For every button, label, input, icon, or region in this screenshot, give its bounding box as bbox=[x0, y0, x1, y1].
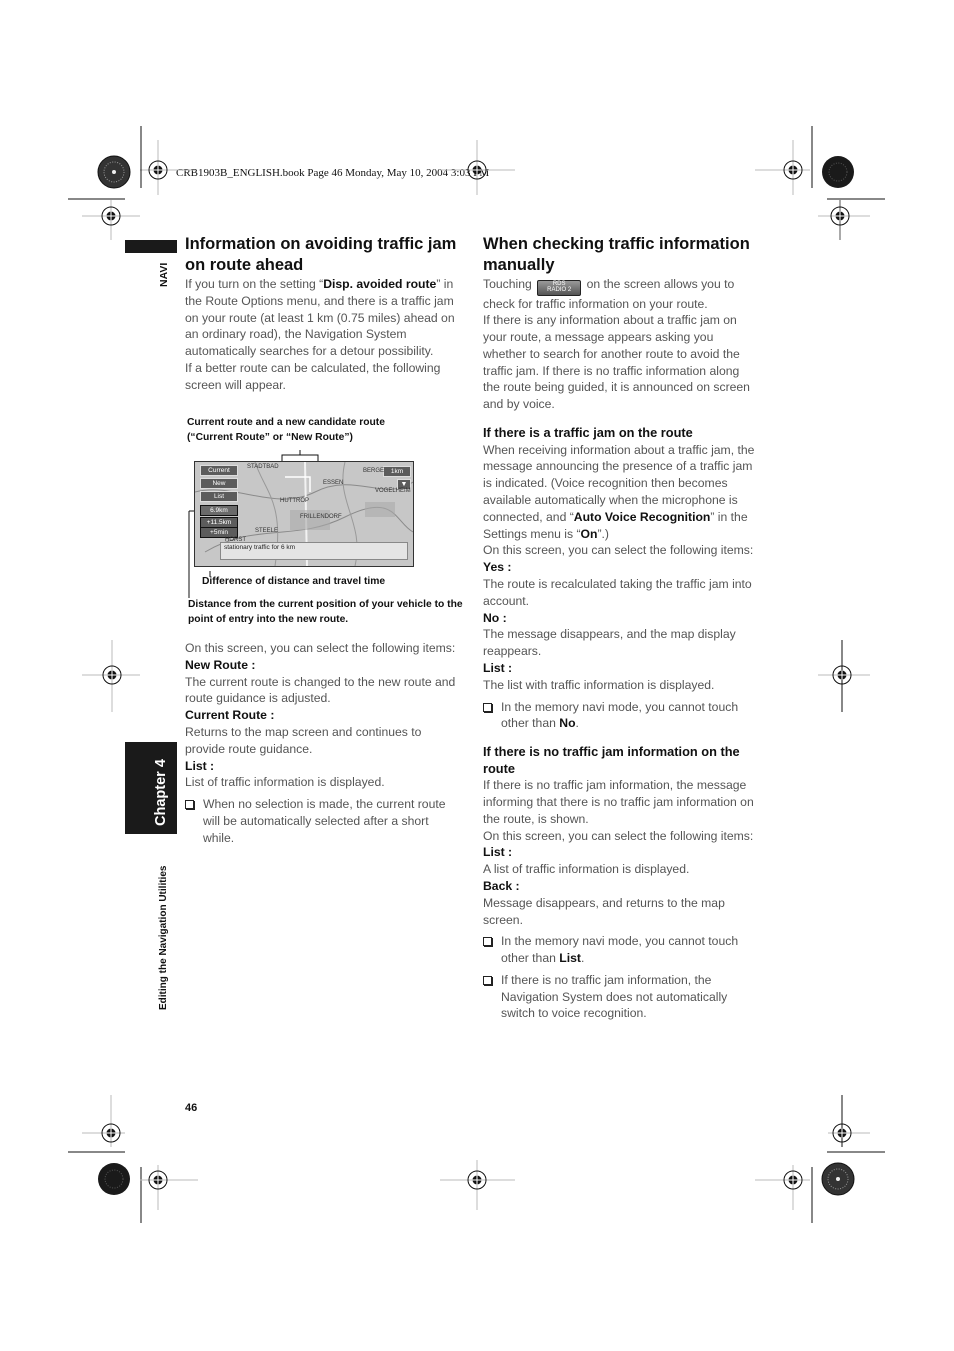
note: When no selection is made, the current r… bbox=[185, 796, 460, 846]
paragraph: If a better route can be calculated, the… bbox=[185, 360, 441, 392]
color-wheel-icon bbox=[822, 156, 854, 188]
section-title: When checking traffic information manual… bbox=[483, 235, 750, 274]
item-desc: Message disappears, and returns to the m… bbox=[483, 895, 725, 927]
checkbox-bullet-icon bbox=[483, 937, 492, 947]
left-column: Information on avoiding traffic jam on r… bbox=[185, 234, 460, 394]
paragraph: On this screen, you can select the follo… bbox=[483, 828, 754, 843]
checkbox-bullet-icon bbox=[483, 975, 492, 985]
registration-target-icon bbox=[82, 640, 140, 712]
item-term: New Route : bbox=[185, 657, 256, 672]
item-term: List : bbox=[483, 845, 513, 860]
registration-target-icon bbox=[440, 140, 515, 195]
map-label: STEELE bbox=[255, 528, 279, 534]
registration-target-icon bbox=[755, 1165, 810, 1210]
section-label: NAVI bbox=[158, 262, 170, 287]
checkbox-bullet-icon bbox=[483, 702, 492, 712]
chapter-title: Editing the Navigation Utilities bbox=[158, 865, 169, 1010]
item-term: List : bbox=[185, 758, 215, 773]
map-label: VOGELHEIM bbox=[375, 488, 411, 494]
color-wheel-icon bbox=[98, 1163, 130, 1195]
map-label: HUTTROP bbox=[280, 498, 309, 504]
paragraph: If you turn on the setting “Disp. avoide… bbox=[185, 277, 455, 359]
figure-caption-mid: Difference of distance and travel time bbox=[202, 576, 386, 587]
paragraph: If there is no traffic jam information, … bbox=[483, 778, 754, 826]
chapter-tab bbox=[125, 742, 177, 834]
paragraph: On this screen, you can select the follo… bbox=[483, 543, 754, 558]
chapter-label: Chapter 4 bbox=[153, 759, 169, 826]
new-route-button[interactable]: New bbox=[200, 478, 238, 489]
item-desc: The current route is changed to the new … bbox=[185, 674, 456, 706]
note: In the memory navi mode, you cannot touc… bbox=[483, 933, 758, 967]
page-number: 46 bbox=[185, 1102, 198, 1114]
registration-target-icon bbox=[818, 200, 870, 240]
map-label: ESSEN bbox=[323, 480, 344, 486]
navigation-screen: Current New List 6.9km +11.5km +5min 1km… bbox=[194, 461, 414, 567]
paragraph: When receiving information about a traff… bbox=[483, 442, 755, 541]
item-term: No : bbox=[483, 610, 507, 625]
item-desc: List of traffic information is displayed… bbox=[185, 775, 385, 790]
section-tab bbox=[125, 240, 177, 253]
note: If there is no traffic jam information, … bbox=[483, 972, 758, 1022]
subsection-title: If there is a traffic jam on the route bbox=[483, 425, 693, 441]
registration-target-icon bbox=[818, 640, 870, 712]
crop-marks bbox=[68, 126, 885, 1223]
item-desc: The route is recalculated taking the tra… bbox=[483, 576, 752, 608]
paragraph: On this screen, you can select the follo… bbox=[185, 641, 456, 655]
section-title: Information on avoiding traffic jam on r… bbox=[185, 235, 457, 274]
item-term: List : bbox=[483, 660, 513, 675]
paragraph: Touching RDS RADIO 2 on the screen allows… bbox=[483, 277, 735, 311]
traffic-message: stationary traffic for 6 km bbox=[220, 542, 408, 560]
registration-target-icon bbox=[82, 200, 140, 240]
registration-target-icon bbox=[755, 140, 810, 195]
item-term: Current Route : bbox=[185, 708, 275, 723]
registration-target-icon bbox=[140, 140, 195, 195]
item-desc: Returns to the map screen and continues … bbox=[185, 724, 422, 756]
list-button[interactable]: List bbox=[200, 491, 238, 502]
figure-caption-bottom: Distance from the current position of yo… bbox=[188, 599, 463, 625]
map-label: HORST bbox=[225, 537, 246, 543]
checkbox-bullet-icon bbox=[185, 800, 194, 810]
subsection-title: If there is no traffic jam information o… bbox=[483, 744, 740, 776]
current-route-button[interactable]: Current bbox=[200, 465, 238, 476]
item-desc: The message disappears, and the map disp… bbox=[483, 627, 736, 659]
registration-target-icon bbox=[828, 1095, 870, 1147]
item-term: Back : bbox=[483, 878, 520, 893]
item-term: Yes : bbox=[483, 560, 512, 575]
rds-radio-button-icon: RDS RADIO 2 bbox=[537, 279, 582, 296]
note: In the memory navi mode, you cannot touc… bbox=[483, 699, 758, 733]
map-label: BERGE bbox=[363, 468, 385, 474]
figure-caption-top: Current route and a new candidate route … bbox=[187, 417, 385, 443]
map-label: STADTBAD bbox=[247, 464, 279, 470]
item-desc: A list of traffic information is display… bbox=[483, 862, 690, 877]
item-desc: The list with traffic information is dis… bbox=[483, 677, 715, 692]
left-column-lower: On this screen, you can select the follo… bbox=[185, 640, 460, 847]
paragraph: If there is any information about a traf… bbox=[483, 313, 750, 412]
right-column: When checking traffic information manual… bbox=[483, 234, 758, 1022]
map-label: FRILLENDORF bbox=[300, 514, 342, 520]
registration-target-icon bbox=[82, 1095, 125, 1147]
registration-target-icon bbox=[440, 1160, 515, 1210]
registration-target-icon bbox=[140, 1165, 198, 1210]
scale-indicator[interactable]: 1km bbox=[383, 466, 411, 477]
distance-to-entry: 6.9km bbox=[200, 505, 238, 516]
